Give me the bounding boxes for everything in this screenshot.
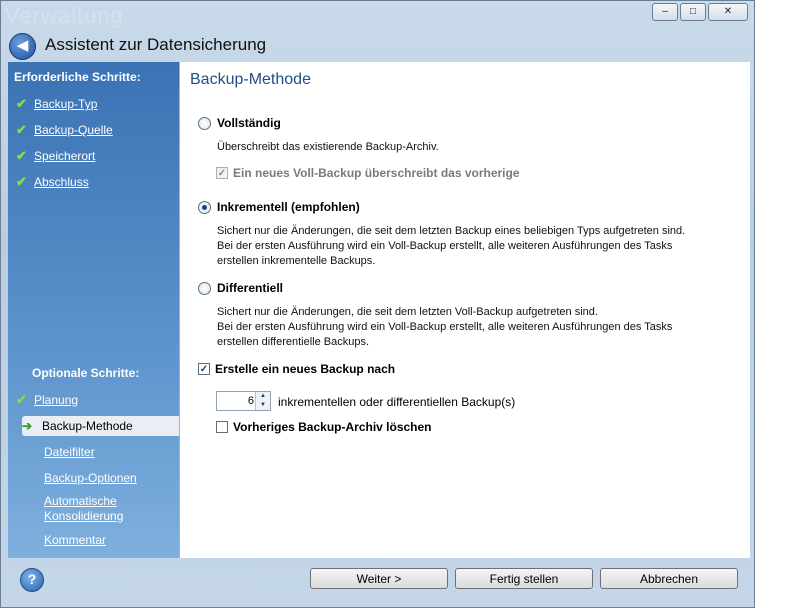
radio-button-selected[interactable] bbox=[198, 200, 211, 214]
sidebar-item-planung[interactable]: ✔ Planung bbox=[16, 390, 78, 410]
delete-archive-checkbox-row[interactable]: Vorheriges Backup-Archiv löschen bbox=[216, 420, 432, 434]
sidebar-item-dateifilter[interactable]: Dateifilter bbox=[44, 442, 95, 462]
sidebar-item-speicherort[interactable]: ✔ Speicherort bbox=[16, 146, 95, 166]
radio-incremental[interactable]: Inkrementell (empfohlen) bbox=[198, 200, 360, 214]
wizard-header: ◀ Assistent zur Datensicherung bbox=[1, 29, 754, 61]
sidebar-item-kommentar[interactable]: Kommentar bbox=[44, 530, 106, 550]
radio-differential-label: Differentiell bbox=[217, 281, 284, 295]
sidebar-item-label: Planung bbox=[34, 393, 79, 407]
sidebar-item-label: Dateifilter bbox=[44, 445, 95, 459]
new-backup-checkbox-row[interactable]: ✓ Erstelle ein neues Backup nach bbox=[198, 362, 395, 376]
desc-line: erstellen differentielle Backups. bbox=[217, 336, 370, 348]
backup-count-label: inkrementellen oder differentiellen Back… bbox=[278, 395, 516, 409]
sidebar-item-backup-typ[interactable]: ✔ Backup-Typ bbox=[16, 94, 97, 114]
backup-count-stepper[interactable]: 6 ▲ ▼ bbox=[216, 391, 271, 411]
sidebar-item-label: Backup-Quelle bbox=[34, 123, 113, 137]
page-title: Backup-Methode bbox=[190, 71, 311, 88]
current-step-arrow-icon: ➔ bbox=[22, 419, 33, 433]
sidebar-item-backup-quelle[interactable]: ✔ Backup-Quelle bbox=[16, 120, 113, 140]
sidebar-item-label: Backup-Typ bbox=[34, 97, 98, 111]
desc-line: Bei der ersten Ausführung wird ein Voll-… bbox=[217, 321, 673, 333]
cancel-button[interactable]: Abbrechen bbox=[600, 568, 738, 589]
desc-line: Sichert nur die Änderungen, die seit dem… bbox=[217, 225, 686, 237]
sidebar-item-label: Abschluss bbox=[34, 175, 89, 189]
stepper-down-icon[interactable]: ▼ bbox=[256, 401, 270, 410]
desc-line: Sichert nur die Änderungen, die seit dem… bbox=[217, 306, 598, 318]
background-window-title: Verwaltung bbox=[5, 3, 124, 28]
sidebar-item-label: Automatische Konsolidierung bbox=[44, 494, 124, 523]
required-steps-heading: Erforderliche Schritte: bbox=[14, 70, 141, 84]
wizard-footer: ? Weiter > Fertig stellen Abbrechen bbox=[8, 558, 749, 602]
delete-archive-label: Vorheriges Backup-Archiv löschen bbox=[233, 420, 432, 434]
checkbox-unchecked[interactable] bbox=[216, 421, 228, 433]
incremental-description: Sichert nur die Änderungen, die seit dem… bbox=[217, 224, 685, 269]
checkbox-checked-disabled[interactable]: ✓ bbox=[216, 167, 228, 179]
radio-full-label: Vollständig bbox=[217, 116, 281, 130]
sidebar-item-backup-methode[interactable]: ➔ Backup-Methode bbox=[22, 416, 180, 436]
differential-description: Sichert nur die Änderungen, die seit dem… bbox=[217, 305, 672, 350]
check-icon: ✔ bbox=[16, 148, 27, 163]
sidebar-item-label: Backup-Methode bbox=[42, 419, 133, 433]
close-button[interactable]: ✕ bbox=[708, 3, 748, 21]
overwrite-full-checkbox[interactable]: ✓ Ein neues Voll-Backup überschreibt das… bbox=[216, 166, 520, 180]
sidebar-item-automatische-konsolidierung[interactable]: Automatische Konsolidierung bbox=[44, 494, 154, 526]
wizard-content: Backup-Methode Vollständig Überschreibt … bbox=[179, 62, 750, 558]
check-icon: ✔ bbox=[16, 122, 27, 137]
help-icon[interactable]: ? bbox=[20, 568, 44, 592]
sidebar-item-label: Backup-Optionen bbox=[44, 471, 137, 485]
overwrite-full-label: Ein neues Voll-Backup überschreibt das v… bbox=[233, 166, 520, 180]
back-arrow-icon[interactable]: ◀ bbox=[9, 33, 36, 60]
wizard-title: Assistent zur Datensicherung bbox=[45, 35, 267, 54]
next-button[interactable]: Weiter > bbox=[310, 568, 448, 589]
finish-button[interactable]: Fertig stellen bbox=[455, 568, 593, 589]
sidebar-item-backup-optionen[interactable]: Backup-Optionen bbox=[44, 468, 137, 488]
radio-differential[interactable]: Differentiell bbox=[198, 281, 283, 295]
maximize-button[interactable]: □ bbox=[680, 3, 706, 21]
sidebar-item-label: Kommentar bbox=[44, 533, 107, 547]
radio-full[interactable]: Vollständig bbox=[198, 116, 281, 130]
checkbox-checked[interactable]: ✓ bbox=[198, 363, 210, 375]
radio-button[interactable] bbox=[198, 116, 211, 130]
check-icon: ✔ bbox=[16, 174, 27, 189]
check-icon: ✔ bbox=[16, 392, 27, 407]
full-description: Überschreibt das existierende Backup-Arc… bbox=[217, 141, 439, 153]
wizard-sidebar: Erforderliche Schritte: ✔ Backup-Typ ✔ B… bbox=[8, 62, 180, 558]
sidebar-item-label: Speicherort bbox=[34, 149, 96, 163]
window-controls: – □ ✕ bbox=[652, 3, 748, 21]
backup-count-value[interactable]: 6 bbox=[248, 395, 254, 407]
stepper-buttons: ▲ ▼ bbox=[255, 392, 270, 410]
desc-line: erstellen inkrementelle Backups. bbox=[217, 255, 376, 267]
check-icon: ✔ bbox=[16, 96, 27, 111]
new-backup-label: Erstelle ein neues Backup nach bbox=[215, 362, 396, 376]
radio-button[interactable] bbox=[198, 281, 211, 295]
stepper-up-icon[interactable]: ▲ bbox=[256, 392, 270, 401]
desc-line: Bei der ersten Ausführung wird ein Voll-… bbox=[217, 240, 673, 252]
wizard-window: Verwaltung – □ ✕ ◀ Assistent zur Datensi… bbox=[0, 0, 755, 608]
optional-steps-heading: Optionale Schritte: bbox=[32, 366, 140, 380]
minimize-button[interactable]: – bbox=[652, 3, 678, 21]
radio-incremental-label: Inkrementell (empfohlen) bbox=[217, 200, 360, 214]
sidebar-item-abschluss[interactable]: ✔ Abschluss bbox=[16, 172, 89, 192]
